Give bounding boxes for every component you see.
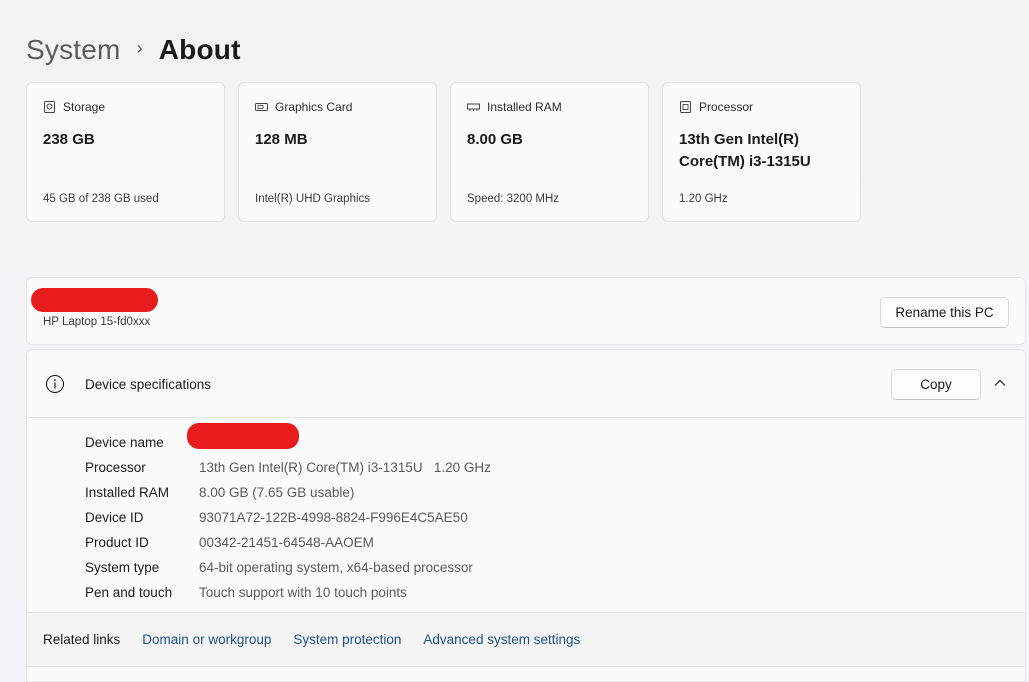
spec-row-processor: Processor 13th Gen Intel(R) Core(TM) i3-… (85, 455, 491, 480)
device-specifications-title: Device specifications (85, 377, 212, 392)
rename-pc-button[interactable]: Rename this PC (880, 297, 1009, 328)
graphics-card-card[interactable]: Graphics Card 128 MB Intel(R) UHD Graphi… (238, 82, 437, 222)
related-links-bar: Related links Domain or workgroup System… (27, 612, 1025, 667)
graphics-card-value: 128 MB (255, 131, 308, 148)
processor-card[interactable]: Processor 13th Gen Intel(R) Core(TM) i3-… (662, 82, 861, 222)
redacted-pc-name (31, 288, 158, 312)
device-specifications-header[interactable]: Device specifications Copy (27, 350, 1025, 418)
related-links-label: Related links (43, 632, 121, 647)
storage-card-title: Storage (63, 100, 106, 114)
graphics-card-title: Graphics Card (275, 100, 353, 114)
info-icon (45, 374, 65, 394)
spec-row-system-type: System type 64-bit operating system, x64… (85, 555, 491, 580)
graphics-card-icon (255, 103, 268, 111)
spec-label: Device name (85, 435, 164, 450)
pc-name-panel: HP Laptop 15-fd0xxx Rename this PC (26, 277, 1026, 345)
spec-row-pen-and-touch: Pen and touch Touch support with 10 touc… (85, 580, 491, 605)
breadcrumb: System › About (26, 34, 241, 66)
spec-cards: Storage 238 GB 45 GB of 238 GB used Grap… (26, 82, 861, 222)
spec-rows: Device name Processor 13th Gen Intel(R) … (85, 423, 491, 605)
chevron-up-icon[interactable] (993, 376, 1007, 390)
settings-page: System › About Storage 238 GB 45 GB of 2… (0, 0, 1029, 682)
spec-value[interactable]: Touch support with 10 touch points (199, 585, 407, 600)
storage-card[interactable]: Storage 238 GB 45 GB of 238 GB used (26, 82, 225, 222)
chevron-right-icon: › (136, 37, 143, 58)
ram-card-sub: Speed: 3200 MHz (467, 193, 560, 205)
breadcrumb-system[interactable]: System (26, 34, 121, 66)
spec-row-installed-ram: Installed RAM 8.00 GB (7.65 GB usable) (85, 480, 491, 505)
processor-card-title: Processor (699, 100, 754, 114)
redacted-device-name (187, 423, 299, 449)
ram-icon (467, 103, 480, 111)
ram-card-title: Installed RAM (487, 100, 562, 114)
ram-card-value: 8.00 GB (467, 131, 523, 148)
spec-value[interactable]: 93071A72-122B-4998-8824-F996E4C5AE50 (199, 510, 468, 525)
advanced-system-settings-link[interactable]: Advanced system settings (423, 632, 580, 647)
storage-card-value: 238 GB (43, 131, 95, 148)
device-specifications-panel: Device specifications Copy Device name P… (26, 349, 1026, 682)
ram-card[interactable]: Installed RAM 8.00 GB Speed: 3200 MHz (450, 82, 649, 222)
spec-label: Processor (85, 460, 146, 475)
graphics-card-sub: Intel(R) UHD Graphics (255, 193, 371, 205)
spec-value[interactable]: 13th Gen Intel(R) Core(TM) i3-1315U 1.20… (199, 460, 491, 475)
spec-value[interactable]: 00342-21451-64548-AAOEM (199, 535, 374, 550)
storage-icon (44, 101, 55, 113)
pc-model: HP Laptop 15-fd0xxx (43, 316, 151, 328)
spec-value[interactable]: 64-bit operating system, x64-based proce… (199, 560, 473, 575)
spec-row-device-id: Device ID 93071A72-122B-4998-8824-F996E4… (85, 505, 491, 530)
spec-value[interactable]: 8.00 GB (7.65 GB usable) (199, 485, 354, 500)
copy-button[interactable]: Copy (891, 369, 981, 400)
spec-label: Device ID (85, 510, 144, 525)
spec-label: Installed RAM (85, 485, 170, 500)
spec-label: System type (85, 560, 160, 575)
system-protection-link[interactable]: System protection (293, 632, 401, 647)
processor-icon (680, 101, 691, 113)
processor-card-sub: 1.20 GHz (679, 193, 728, 205)
storage-card-sub: 45 GB of 238 GB used (43, 193, 159, 205)
domain-or-workgroup-link[interactable]: Domain or workgroup (142, 632, 271, 647)
spec-row-product-id: Product ID 00342-21451-64548-AAOEM (85, 530, 491, 555)
page-title: About (158, 34, 241, 65)
spec-label: Pen and touch (85, 585, 173, 600)
spec-row-device-name: Device name (85, 423, 491, 455)
processor-card-value: 13th Gen Intel(R) Core(TM) i3-1315U (679, 131, 811, 170)
spec-label: Product ID (85, 535, 149, 550)
